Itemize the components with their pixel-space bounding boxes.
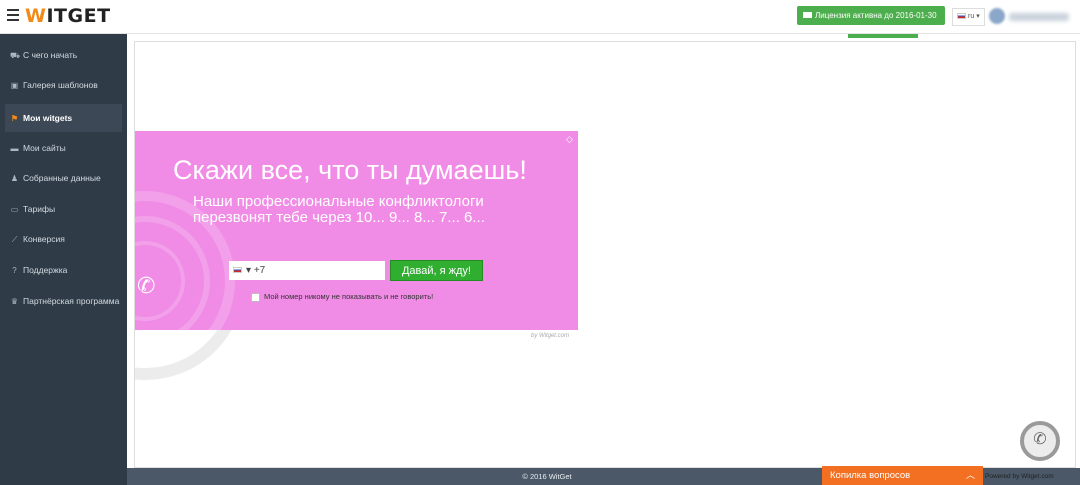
license-button[interactable]: Лицензия активна до 2016-01-30 (797, 6, 945, 25)
trophy-icon: ♛ (10, 297, 19, 306)
phone-input[interactable]: ▾ +7 (229, 261, 385, 280)
sidebar-item[interactable]: ⟋ Конверсия (5, 225, 122, 253)
chart-icon: ⟋ (11, 235, 18, 244)
sidebar-item[interactable]: ▭ Тарифы (5, 195, 122, 223)
user-icon: ♟ (10, 174, 19, 183)
chevron-up-icon: ︿ (965, 470, 975, 480)
sidebar-item-label: Собранные данные (23, 173, 101, 183)
sidebar-item[interactable]: ⚑ Мои witgets (5, 104, 122, 132)
flag-ru-icon (233, 267, 242, 274)
car-icon: ⛟ (10, 51, 21, 60)
sidebar-item-label: Тарифы (23, 204, 56, 214)
question-icon: ? (12, 266, 17, 275)
preview-tab-indicator (848, 34, 918, 38)
submit-button[interactable]: Давай, я жду! (390, 260, 483, 281)
language-select[interactable]: ru ▾ (952, 8, 985, 26)
widget-subtitle: Наши профессиональные конфликтологи пере… (193, 193, 485, 226)
logo[interactable]: WITGET (25, 5, 111, 27)
chevron-down-icon: ▾ (976, 13, 980, 20)
phone-prefix-sep: ▾ (246, 265, 254, 276)
phone-value: +7 (253, 265, 266, 276)
image-icon: ▣ (10, 81, 19, 90)
sidebar: ⛟ С чего начать ▣ Галерея шаблонов ⚑ Мои witg… (0, 34, 127, 485)
logo-text: ITGET (46, 5, 111, 27)
sidebar-item[interactable]: ? Поддержка (5, 256, 122, 284)
powered-by[interactable]: Powered by Witget.com (985, 473, 1054, 480)
sidebar-item[interactable]: ♟ Собранные данные (5, 164, 122, 192)
sidebar-item[interactable]: ⛟ С чего начать (5, 41, 122, 69)
kopilka-label: Копилка вопросов (830, 470, 911, 481)
callback-phone-icon[interactable]: ✆ (1020, 421, 1060, 461)
folder-icon: ▬ (10, 144, 19, 153)
sidebar-item-label: Галерея шаблонов (23, 80, 98, 90)
menu-icon[interactable] (7, 9, 19, 21)
sidebar-item-label: Мои сайты (23, 143, 66, 153)
money-icon: ▭ (10, 205, 19, 214)
license-icon (803, 11, 812, 18)
sidebar-item[interactable]: ▣ Галерея шаблонов (5, 71, 122, 99)
flag-icon: ⚑ (10, 114, 19, 123)
sidebar-item-label: Конверсия (23, 234, 65, 244)
privacy-checkbox[interactable] (251, 293, 260, 302)
kopilka-button[interactable]: Копилка вопросов ︿ (822, 466, 983, 485)
license-label: Лицензия активна до 2016-01-30 (815, 11, 937, 20)
phone-icon: ✆ (137, 273, 156, 298)
language-label: ru (968, 13, 975, 20)
sidebar-item[interactable]: ♛ Партнёрская программа (5, 287, 122, 315)
sidebar-item[interactable]: ▬ Мои сайты (5, 134, 122, 162)
sidebar-item-label: Мои witgets (23, 113, 73, 123)
privacy-label: Мой номер никому не показывать и не гово… (264, 292, 434, 301)
close-icon[interactable]: ◇ (566, 134, 573, 145)
flag-ru-icon (957, 13, 966, 20)
logo-prefix: W (25, 5, 47, 27)
callback-widget: ◇ Скажи все, что ты думаешь! Наши профес… (135, 131, 578, 330)
user-menu[interactable] (989, 8, 1073, 26)
sidebar-item-label: Поддержка (23, 265, 68, 275)
top-bar: WITGET Лицензия активна до 2016-01-30 ru… (0, 0, 1080, 34)
user-email-blurred (1009, 13, 1069, 21)
sidebar-item-label: С чего начать (23, 50, 78, 60)
sidebar-item-label: Партнёрская программа (23, 296, 120, 306)
widget-branding[interactable]: by Witget.com (531, 333, 569, 339)
avatar (989, 8, 1005, 24)
widget-title: Скажи все, что ты думаешь! (173, 155, 527, 185)
